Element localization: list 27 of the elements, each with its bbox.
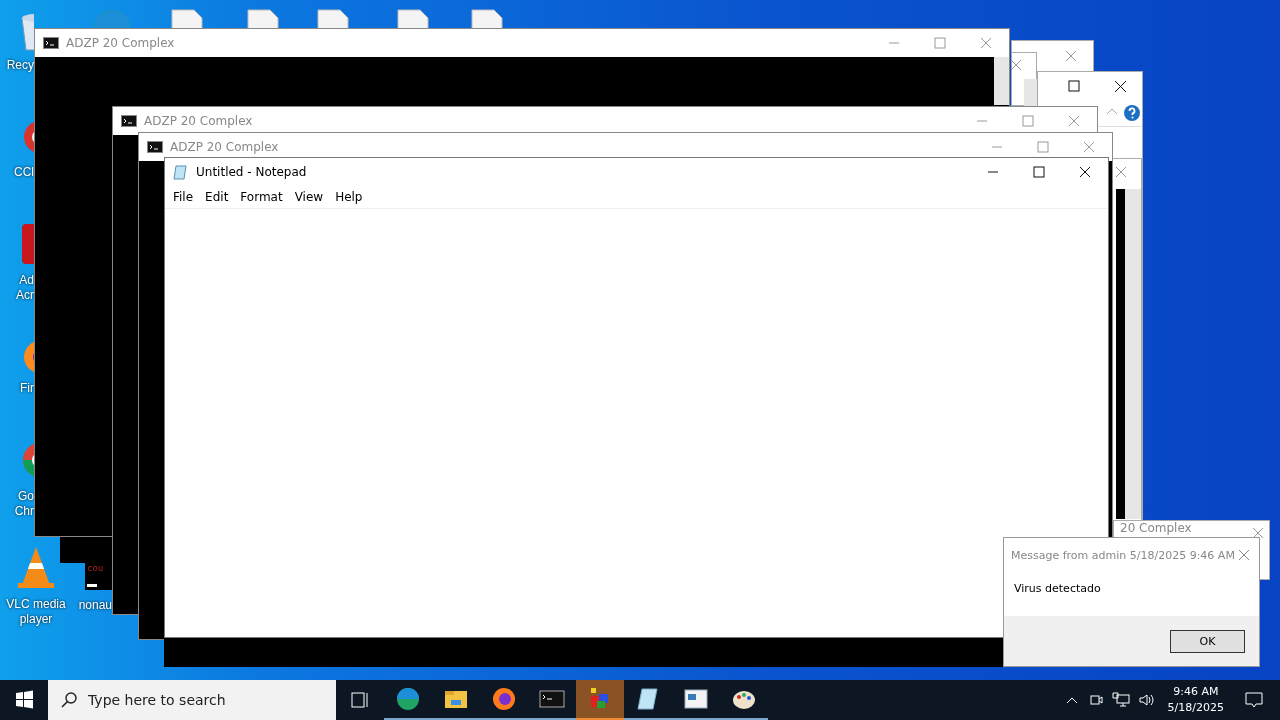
icon-label: CCl	[14, 165, 34, 180]
window-title: ADZP 20 Complex	[144, 114, 253, 128]
dialog-title: Message from admin 5/18/2025 9:46 AM	[1011, 548, 1235, 562]
icon-label: player	[19, 612, 53, 627]
clock-time[interactable]: 9:46 AM	[1173, 684, 1219, 700]
icon-label: Fir	[20, 381, 34, 396]
menu-item[interactable]: View	[288, 190, 330, 204]
icon-label: Acr	[16, 288, 34, 303]
icon-label: Recy	[6, 58, 34, 73]
clock-date[interactable]: 5/18/2025	[1167, 700, 1224, 716]
menu-item[interactable]: Edit	[199, 190, 235, 204]
window-title: ADZP 20 Complex	[170, 140, 279, 154]
icon-label: VLC media	[6, 597, 66, 612]
icon-label: Ad	[19, 273, 34, 288]
menu-item[interactable]: Format	[234, 190, 289, 204]
icon-label: Chr	[14, 504, 34, 519]
menu-item[interactable]: Help	[329, 190, 369, 204]
search-field[interactable]: Type here to search	[48, 680, 336, 720]
message-text: Virus detectado	[1014, 582, 1101, 595]
menu-item[interactable]: File	[167, 190, 200, 204]
window-title: Untitled - Notepad	[196, 165, 307, 179]
icon-label: nonau	[78, 598, 112, 613]
ok-button[interactable]: OK	[1170, 629, 1245, 653]
window-title: ADZP 20 Complex	[66, 36, 175, 50]
icon-label: Go	[18, 489, 34, 504]
console-text: cou	[87, 563, 104, 573]
window-title: 20 Complex	[1120, 522, 1192, 535]
